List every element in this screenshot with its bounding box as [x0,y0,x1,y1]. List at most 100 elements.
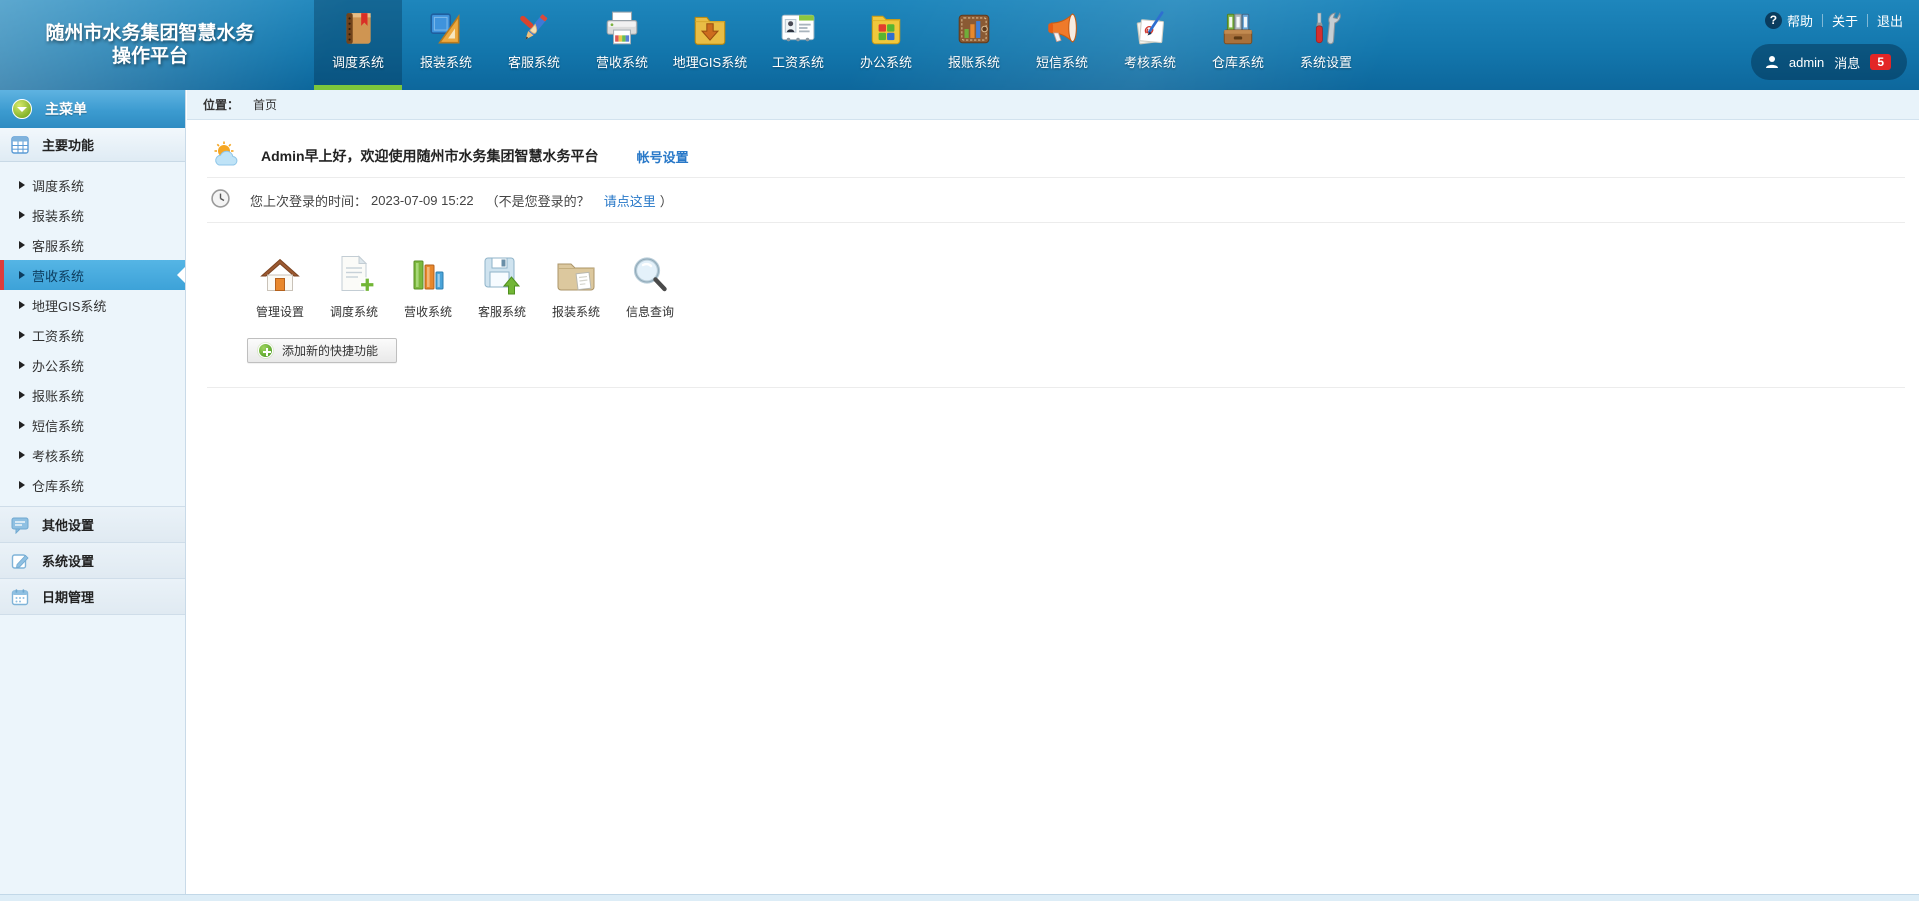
sidebar-item-dispatch[interactable]: 调度系统 [0,170,185,200]
help-link[interactable]: ? 帮助 [1765,11,1813,30]
weather-sun-cloud-icon [211,141,245,172]
sidebar-item-label: 报账系统 [32,386,84,405]
nav-tab-office[interactable]: 办公系统 [842,0,930,90]
arrow-right-icon [19,391,29,399]
clock-icon [211,189,230,211]
sidebar-item-sms[interactable]: 短信系统 [0,410,185,440]
wallet-chart-icon [955,9,993,49]
help-label: 帮助 [1787,11,1813,30]
divider [1822,14,1823,27]
grid-icon [11,136,29,154]
folder-download-icon [691,9,729,49]
nav-tab-label: 办公系统 [860,52,912,71]
shortcut-label: 管理设置 [256,303,304,320]
nav-tab-gis[interactable]: 地理GIS系统 [666,0,754,90]
sidebar-item-label: 考核系统 [32,446,84,465]
sidebar-item-office[interactable]: 办公系统 [0,350,185,380]
set-square-icon [427,9,465,49]
sidebar-item-label: 办公系统 [32,356,84,375]
nav-tab-label: 营收系统 [596,52,648,71]
divider [207,387,1905,388]
section-label: 日期管理 [42,587,94,606]
doc-plus-icon [332,253,376,297]
user-pill[interactable]: admin 消息 5 [1751,44,1907,80]
printer-icon [603,9,641,49]
arrow-right-icon [19,331,29,339]
nav-tab-assessment[interactable]: 考核系统 [1106,0,1194,90]
sidebar-section-other-settings[interactable]: 其他设置 [0,507,185,543]
app-title-line2: 操作平台 [0,45,300,68]
main-content: Admin早上好，欢迎使用随州市水务集团智慧水务平台 帐号设置 您上次登录的时间… [187,121,1919,894]
top-header: 随州市水务集团智慧水务 操作平台 调度系统 报装系统 客服系统 [0,0,1919,90]
add-shortcut-button[interactable]: 添加新的快捷功能 [247,338,397,363]
shortcut-label: 信息查询 [626,303,674,320]
arrow-right-icon [19,241,29,249]
header-links: ? 帮助 关于 退出 [1765,11,1903,30]
archive-binders-icon [1219,9,1257,49]
about-link[interactable]: 关于 [1832,11,1858,30]
megaphone-icon [1043,9,1081,49]
bar-chart-icon [406,253,450,297]
sidebar-item-label: 仓库系统 [32,476,84,495]
nav-tab-system-settings[interactable]: 系统设置 [1282,0,1370,90]
nav-tab-warehouse[interactable]: 仓库系统 [1194,0,1282,90]
magnifier-icon [628,253,672,297]
comment-icon [11,516,29,534]
tools-icon [1307,9,1345,49]
last-login-text: 您上次登录的时间： 2023-07-09 15:22 （不是您登录的？ 请点这里… [250,191,673,210]
section-label: 其他设置 [42,515,94,534]
nav-tab-customer-service[interactable]: 客服系统 [490,0,578,90]
sidebar-section-date-management[interactable]: 日期管理 [0,579,185,615]
messages-link[interactable]: 消息 [1834,53,1860,72]
arrow-right-icon [19,301,29,309]
click-here-link[interactable]: 请点这里 [604,191,656,210]
nav-tab-dispatch[interactable]: 调度系统 [314,0,402,90]
shortcut-installation[interactable]: 报装系统 [539,253,613,320]
breadcrumb: 位置： 首页 [187,90,1919,120]
sidebar-item-assessment[interactable]: 考核系统 [0,440,185,470]
not-you-suffix: ） [660,191,673,210]
add-shortcut-label: 添加新的快捷功能 [282,342,378,359]
sidebar-item-reimbursement[interactable]: 报账系统 [0,380,185,410]
nav-tab-installation[interactable]: 报装系统 [402,0,490,90]
sidebar-section-main-functions[interactable]: 主要功能 [0,128,185,162]
sidebar-section-system-settings[interactable]: 系统设置 [0,543,185,579]
nav-tab-label: 客服系统 [508,52,560,71]
sidebar-item-customer-service[interactable]: 客服系统 [0,230,185,260]
nav-tab-label: 报账系统 [948,52,1000,71]
divider [1867,14,1868,27]
nav-tab-label: 考核系统 [1124,52,1176,71]
username: admin [1789,55,1824,70]
nav-tab-payroll[interactable]: 工资系统 [754,0,842,90]
sidebar-item-label: 短信系统 [32,416,84,435]
nav-tab-reimbursement[interactable]: 报账系统 [930,0,1018,90]
nav-tab-label: 系统设置 [1300,52,1352,71]
logout-link[interactable]: 退出 [1877,11,1903,30]
shortcut-info-query[interactable]: 信息查询 [613,253,687,320]
sidebar-menu-header[interactable]: 主菜单 [0,90,185,128]
sidebar-bottom-sections: 其他设置 系统设置 日期管理 [0,506,185,615]
account-settings-link[interactable]: 帐号设置 [637,147,689,166]
sidebar-item-revenue[interactable]: 营收系统 [0,260,185,290]
breadcrumb-current: 首页 [253,96,277,113]
sidebar-item-warehouse[interactable]: 仓库系统 [0,470,185,500]
sidebar-item-list: 调度系统 报装系统 客服系统 营收系统 地理GIS系统 工资系统 办公系统 报账… [0,162,185,500]
nav-tab-sms[interactable]: 短信系统 [1018,0,1106,90]
message-count-badge: 5 [1870,54,1891,70]
welcome-row: Admin早上好，欢迎使用随州市水务集团智慧水务平台 帐号设置 [211,135,1903,177]
plus-icon [258,343,273,358]
shortcut-customer-service[interactable]: 客服系统 [465,253,539,320]
sidebar-item-label: 工资系统 [32,326,84,345]
shortcut-dispatch[interactable]: 调度系统 [317,253,391,320]
shortcut-admin-settings[interactable]: 管理设置 [243,253,317,320]
welcome-message: Admin早上好，欢迎使用随州市水务集团智慧水务平台 [261,146,599,166]
logout-label: 退出 [1877,11,1903,30]
sidebar-item-installation[interactable]: 报装系统 [0,200,185,230]
sidebar-item-payroll[interactable]: 工资系统 [0,320,185,350]
sidebar-item-gis[interactable]: 地理GIS系统 [0,290,185,320]
shortcut-revenue[interactable]: 营收系统 [391,253,465,320]
arrow-right-icon [19,481,29,489]
nav-tab-revenue[interactable]: 营收系统 [578,0,666,90]
shortcut-label: 调度系统 [330,303,378,320]
help-icon: ? [1765,12,1782,29]
